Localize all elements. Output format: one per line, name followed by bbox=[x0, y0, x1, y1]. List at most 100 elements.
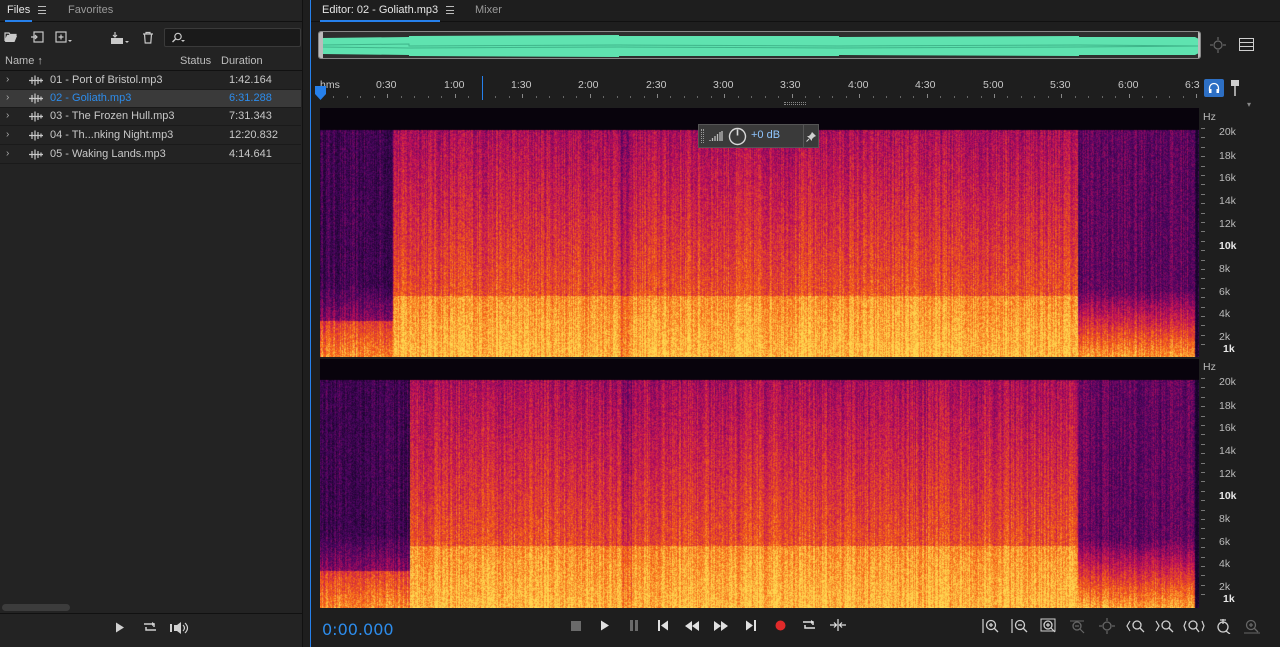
file-row[interactable]: › 04 - Th...nking Night.mp3 12:20.832 bbox=[0, 127, 301, 145]
ruler-tick bbox=[778, 96, 780, 98]
play-icon[interactable] bbox=[595, 619, 615, 635]
column-status-header[interactable]: Status bbox=[180, 55, 211, 67]
record-icon[interactable] bbox=[770, 619, 790, 635]
marker-pin-icon[interactable] bbox=[1230, 80, 1240, 99]
freq-label: 1k bbox=[1223, 343, 1235, 355]
file-row[interactable]: › 01 - Port of Bristol.mp3 1:42.164 bbox=[0, 72, 301, 90]
zoom-to-selection-icon[interactable] bbox=[1209, 37, 1227, 56]
hud-divider bbox=[803, 125, 804, 147]
ruler-tick bbox=[805, 96, 807, 98]
ruler-tick-label: 2:00 bbox=[578, 79, 599, 91]
expand-chevron-icon[interactable]: › bbox=[6, 129, 9, 140]
ruler-tick bbox=[562, 96, 564, 98]
ruler-tick bbox=[926, 94, 928, 98]
zoom-in-right-icon[interactable] bbox=[1154, 618, 1176, 636]
new-file-icon[interactable] bbox=[55, 31, 72, 44]
zoom-out-full-icon[interactable] bbox=[1067, 618, 1089, 636]
resize-handle[interactable] bbox=[784, 102, 806, 105]
open-file-icon[interactable] bbox=[4, 31, 18, 44]
freq-tick bbox=[1201, 212, 1205, 214]
hud-drag-handle[interactable] bbox=[701, 129, 704, 143]
freq-label: 8k bbox=[1219, 263, 1231, 275]
freq-label: 18k bbox=[1219, 400, 1236, 412]
ruler-tick bbox=[1115, 96, 1117, 98]
volume-knob[interactable] bbox=[728, 127, 747, 146]
ruler-tick-label: 0:30 bbox=[376, 79, 397, 91]
column-duration-header[interactable]: Duration bbox=[221, 55, 263, 67]
go-to-end-icon[interactable] bbox=[741, 619, 761, 635]
freq-tick bbox=[1201, 344, 1205, 346]
horizontal-scrollbar[interactable] bbox=[2, 604, 70, 611]
loop-playback-icon[interactable] bbox=[799, 619, 819, 635]
zoom-selection-icon[interactable] bbox=[1096, 618, 1118, 636]
spectrogram-right-channel[interactable] bbox=[320, 358, 1199, 608]
file-name: 02 - Goliath.mp3 bbox=[50, 92, 132, 104]
file-row[interactable]: › 03 - The Frozen Hull.mp3 7:31.343 bbox=[0, 108, 301, 126]
preview-loop-icon[interactable] bbox=[140, 621, 160, 637]
editor-panel-menu-icon[interactable] bbox=[446, 6, 454, 14]
preview-transport bbox=[0, 613, 303, 647]
column-name-header[interactable]: Name ↑ bbox=[5, 55, 43, 67]
zoom-reset-icon[interactable] bbox=[1212, 618, 1234, 636]
pin-hud-icon[interactable] bbox=[806, 131, 817, 142]
skip-selection-icon[interactable] bbox=[828, 619, 848, 635]
ruler-tick bbox=[791, 94, 793, 98]
ruler-tick bbox=[899, 96, 901, 98]
overview-waveform[interactable] bbox=[318, 31, 1201, 59]
freq-label: 12k bbox=[1219, 468, 1236, 480]
ruler-tick bbox=[859, 94, 861, 98]
freq-tick bbox=[1201, 387, 1205, 389]
stop-icon[interactable] bbox=[566, 619, 586, 635]
import-file-icon[interactable] bbox=[30, 31, 44, 44]
fast-forward-icon[interactable] bbox=[711, 619, 731, 635]
tab-mixer[interactable]: Mixer bbox=[475, 4, 502, 16]
time-ruler[interactable]: hms 0:30 1:00 1:30 2:00 2:30 3:00 3:30 4… bbox=[315, 76, 1202, 105]
insert-into-multitrack-icon[interactable] bbox=[110, 31, 129, 44]
channel-divider bbox=[320, 357, 1199, 359]
tab-files[interactable]: Files bbox=[5, 4, 33, 22]
spectral-monitor-toggle[interactable] bbox=[1204, 79, 1224, 97]
expand-chevron-icon[interactable]: › bbox=[6, 148, 9, 159]
file-row[interactable]: › 02 - Goliath.mp3 6:31.288 bbox=[0, 90, 301, 108]
tab-favorites-label: Favorites bbox=[68, 4, 114, 16]
autoplay-volume-icon[interactable] bbox=[169, 621, 189, 637]
display-options-icon[interactable] bbox=[1239, 38, 1254, 54]
editor-tabbar: Editor: 02 - Goliath.mp3 Mixer bbox=[311, 0, 1280, 22]
gain-value[interactable]: +0 dB bbox=[751, 129, 780, 141]
ruler-tick bbox=[441, 96, 443, 98]
zoom-in-left-icon[interactable] bbox=[1125, 618, 1147, 636]
search-input[interactable] bbox=[187, 30, 297, 45]
playhead-icon[interactable] bbox=[315, 86, 326, 100]
rewind-icon[interactable] bbox=[682, 619, 702, 635]
ruler-tick bbox=[1020, 96, 1022, 98]
go-to-start-icon[interactable] bbox=[653, 619, 673, 635]
files-tabbar: Files Favorites bbox=[0, 0, 302, 22]
expand-chevron-icon[interactable]: › bbox=[6, 92, 9, 103]
pause-icon[interactable] bbox=[624, 619, 644, 635]
time-display[interactable]: 0:00.000 bbox=[322, 620, 394, 639]
expand-chevron-icon[interactable]: › bbox=[6, 74, 9, 85]
zoom-in-time-icon[interactable] bbox=[1038, 618, 1060, 636]
zoom-to-selection-time-icon[interactable] bbox=[1183, 618, 1205, 636]
freq-tick bbox=[1201, 250, 1205, 252]
search-icon[interactable] bbox=[170, 32, 186, 44]
freq-tick bbox=[1201, 287, 1205, 289]
expand-chevron-icon[interactable]: › bbox=[6, 110, 9, 121]
delete-icon[interactable] bbox=[141, 31, 155, 44]
freq-tick bbox=[1201, 406, 1205, 408]
zoom-in-amplitude-icon[interactable] bbox=[980, 618, 1002, 636]
ruler-tick bbox=[953, 96, 955, 98]
zoom-out-amplitude-dim-icon[interactable] bbox=[1241, 618, 1263, 636]
zoom-out-amplitude-icon[interactable] bbox=[1009, 618, 1031, 636]
file-row[interactable]: › 05 - Waking Lands.mp3 4:14.641 bbox=[0, 146, 301, 164]
preview-play-icon[interactable] bbox=[110, 621, 130, 637]
file-duration: 1:42.164 bbox=[229, 74, 272, 86]
tab-favorites[interactable]: Favorites bbox=[68, 4, 113, 16]
freq-tick bbox=[1201, 528, 1205, 530]
freq-tick bbox=[1201, 462, 1205, 464]
freq-label: 4k bbox=[1219, 558, 1231, 570]
freq-tick bbox=[1201, 519, 1205, 520]
tab-editor[interactable]: Editor: 02 - Goliath.mp3 bbox=[320, 4, 441, 22]
panel-menu-icon[interactable] bbox=[38, 6, 46, 14]
ruler-tick bbox=[522, 94, 524, 98]
